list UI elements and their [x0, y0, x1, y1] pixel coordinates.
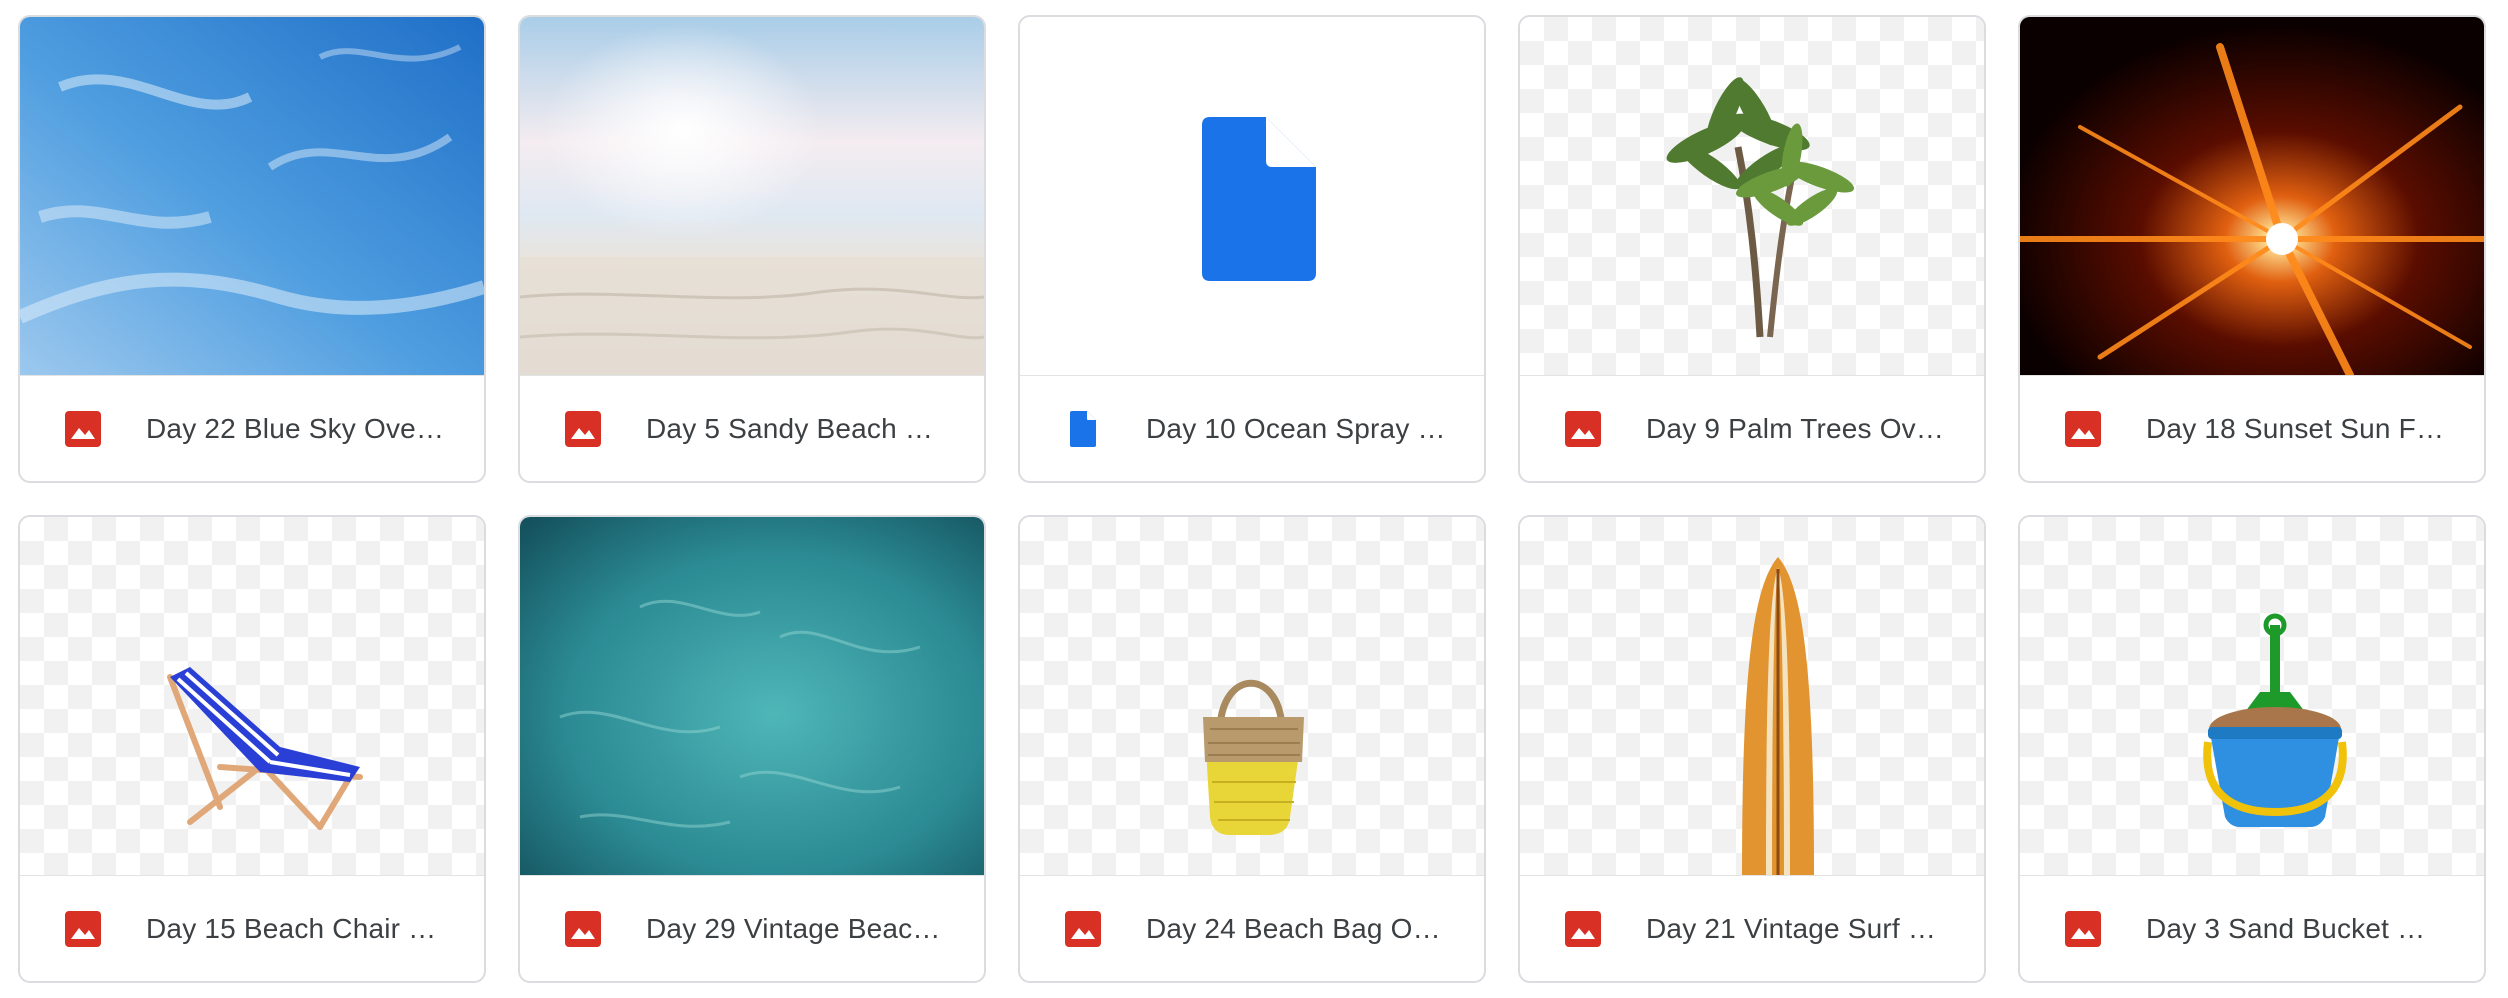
file-card[interactable]: Day 18 Sunset Sun Fla...	[2018, 15, 2486, 483]
palm-trees-thumbnail	[1666, 77, 1855, 338]
file-name: Day 15 Beach Chair Ov...	[146, 912, 446, 944]
image-file-icon	[564, 410, 602, 448]
file-preview	[1520, 17, 1984, 375]
file-preview	[2020, 17, 2484, 375]
document-file-icon	[1064, 410, 1102, 448]
image-file-icon	[1564, 910, 1602, 948]
file-card[interactable]: Day 22 Blue Sky Overla...	[18, 15, 486, 483]
file-name: Day 5 Sandy Beach Ba...	[646, 412, 946, 444]
file-preview	[2020, 517, 2484, 875]
file-preview	[20, 17, 484, 375]
image-file-icon	[1564, 410, 1602, 448]
file-card[interactable]: Day 21 Vintage Surf B...	[1518, 515, 1986, 983]
file-preview	[520, 517, 984, 875]
image-file-icon	[564, 910, 602, 948]
file-name: Day 10 Ocean Spray Br...	[1146, 412, 1446, 444]
sandy-beach-thumbnail	[520, 17, 984, 375]
document-large-icon	[1202, 117, 1316, 281]
blue-sky-thumbnail	[20, 17, 484, 375]
beach-chair-thumbnail	[167, 667, 363, 830]
file-card[interactable]: Day 3 Sand Bucket Ov...	[2018, 515, 2486, 983]
file-name: Day 18 Sunset Sun Fla...	[2146, 412, 2446, 444]
file-name: Day 9 Palm Trees Over...	[1646, 412, 1946, 444]
surfboard-thumbnail	[1742, 557, 1814, 875]
file-footer: Day 5 Sandy Beach Ba...	[520, 375, 984, 481]
file-name: Day 24 Beach Bag Ove...	[1146, 912, 1446, 944]
file-name: Day 21 Vintage Surf B...	[1646, 912, 1946, 944]
file-card[interactable]: Day 24 Beach Bag Ove...	[1018, 515, 1486, 983]
sand-bucket-thumbnail	[2203, 613, 2347, 827]
file-card[interactable]: Day 10 Ocean Spray Br...	[1018, 15, 1486, 483]
image-file-icon	[64, 410, 102, 448]
file-footer: Day 24 Beach Bag Ove...	[1020, 875, 1484, 981]
file-footer: Day 22 Blue Sky Overla...	[20, 375, 484, 481]
file-footer: Day 15 Beach Chair Ov...	[20, 875, 484, 981]
sun-flare-thumbnail	[2020, 17, 2484, 375]
image-file-icon	[2064, 410, 2102, 448]
file-footer: Day 18 Sunset Sun Fla...	[2020, 375, 2484, 481]
file-preview	[1020, 17, 1484, 375]
image-file-icon	[64, 910, 102, 948]
image-file-icon	[1064, 910, 1102, 948]
file-name: Day 3 Sand Bucket Ov...	[2146, 912, 2446, 944]
file-footer: Day 3 Sand Bucket Ov...	[2020, 875, 2484, 981]
file-preview	[520, 17, 984, 375]
file-card[interactable]: Day 5 Sandy Beach Ba...	[518, 15, 986, 483]
file-footer: Day 21 Vintage Surf B...	[1520, 875, 1984, 981]
file-card[interactable]: Day 15 Beach Chair Ov...	[18, 515, 486, 983]
file-preview	[1520, 517, 1984, 875]
file-preview	[1020, 517, 1484, 875]
beach-bag-thumbnail	[1203, 679, 1304, 835]
file-footer: Day 10 Ocean Spray Br...	[1020, 375, 1484, 481]
image-file-icon	[2064, 910, 2102, 948]
vintage-beach-thumbnail	[520, 517, 984, 875]
file-name: Day 22 Blue Sky Overla...	[146, 412, 446, 444]
file-card[interactable]: Day 9 Palm Trees Over...	[1518, 15, 1986, 483]
file-footer: Day 9 Palm Trees Over...	[1520, 375, 1984, 481]
file-footer: Day 29 Vintage Beach ...	[520, 875, 984, 981]
file-grid: Day 22 Blue Sky Overla... Day 5 Sandy Be…	[18, 15, 2486, 983]
file-preview	[20, 517, 484, 875]
file-card[interactable]: Day 29 Vintage Beach ...	[518, 515, 986, 983]
file-name: Day 29 Vintage Beach ...	[646, 912, 946, 944]
